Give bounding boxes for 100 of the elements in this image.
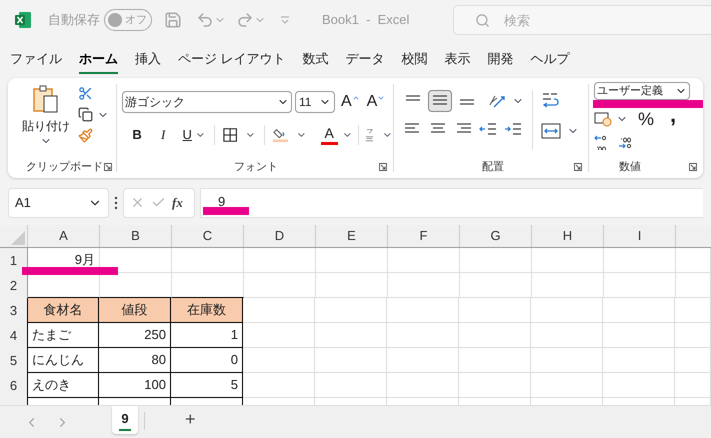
caret-icon <box>377 94 386 102</box>
cell-text: 250 <box>144 326 166 344</box>
middle-align-button[interactable] <box>428 90 452 112</box>
ribbon-tab[interactable]: ヘルプ <box>530 46 570 72</box>
highlight-mark <box>203 207 249 215</box>
row-header[interactable] <box>0 398 28 405</box>
italic-button[interactable]: I <box>155 125 172 145</box>
dialog-launcher-icon[interactable] <box>379 162 387 171</box>
cell-text: 食材名 <box>44 301 82 320</box>
currency-format-icon[interactable] <box>594 111 612 127</box>
format-painter-icon[interactable] <box>78 128 93 143</box>
grid-cell[interactable]: 80 <box>99 348 171 373</box>
ribbon-tab[interactable]: 表示 <box>444 46 471 72</box>
grid-cell[interactable]: たまご <box>27 323 99 348</box>
group-label: クリップボード <box>26 160 103 174</box>
group-label: 数値 <box>619 160 641 174</box>
column-header[interactable]: A <box>28 225 100 247</box>
cell-text: 値段 <box>122 301 148 320</box>
cell-text: にんじん <box>32 351 84 370</box>
column-header[interactable]: I <box>604 225 676 247</box>
fill-color-icon[interactable] <box>272 126 288 144</box>
decrease-indent-icon[interactable] <box>479 122 497 136</box>
row-header[interactable]: 3 <box>0 298 28 323</box>
copy-icon[interactable] <box>78 107 93 122</box>
ribbon-tab[interactable]: ファイル <box>10 46 62 72</box>
grid-cell[interactable]: 250 <box>99 323 171 348</box>
underline-button[interactable]: U <box>179 125 196 145</box>
autosave-label: 自動保存 <box>48 11 100 30</box>
sheet-tab[interactable]: 9 <box>112 406 138 434</box>
undo-icon[interactable] <box>196 11 214 29</box>
cell-text: 9月 <box>74 251 95 270</box>
column-header[interactable]: B <box>100 225 172 247</box>
cut-icon[interactable] <box>78 86 93 101</box>
orientation-icon[interactable] <box>488 93 506 109</box>
grid-cell[interactable]: 5 <box>171 373 243 398</box>
percent-button[interactable]: % <box>638 110 654 128</box>
bold-button[interactable]: B <box>129 125 146 145</box>
row-header[interactable]: 5 <box>0 348 28 373</box>
ribbon-tab[interactable]: 校閲 <box>402 46 428 72</box>
font-name-dropdown[interactable]: 游ゴシック <box>122 91 292 113</box>
font-color-button[interactable]: A <box>320 126 338 144</box>
comma-style-button[interactable]: , <box>670 104 676 126</box>
paste-button[interactable]: 貼り付け <box>22 84 70 158</box>
font-size-dropdown[interactable]: 11 <box>295 91 335 113</box>
customize-toolbar-icon[interactable] <box>280 16 290 24</box>
row-header[interactable]: 4 <box>0 323 28 348</box>
search-field[interactable]: 検索 <box>453 5 711 35</box>
column-header[interactable]: F <box>388 225 460 247</box>
group-label: フォント <box>234 160 278 174</box>
formula-field[interactable]: 9 <box>200 188 703 218</box>
column-header[interactable]: H <box>532 225 604 247</box>
search-icon <box>475 13 490 28</box>
grid-cell[interactable]: にんじん <box>27 348 99 373</box>
row-header[interactable]: 6 <box>0 373 28 398</box>
add-sheet-button[interactable]: + <box>185 410 196 428</box>
cell-text: 80 <box>152 351 166 370</box>
spreadsheet-logo-icon <box>14 11 32 29</box>
ribbon-tab[interactable]: 挿入 <box>135 46 161 72</box>
name-box[interactable]: A1 <box>8 188 109 218</box>
dialog-launcher-icon[interactable] <box>104 162 112 171</box>
cell-text: たまご <box>32 326 71 344</box>
wrap-text-icon[interactable] <box>541 91 559 109</box>
grid-cell[interactable]: えのき <box>27 373 99 398</box>
number-format-dropdown[interactable]: ユーザー定義 <box>594 82 690 100</box>
ribbon-tab[interactable]: 数式 <box>302 46 329 72</box>
column-header[interactable]: D <box>244 225 316 247</box>
dialog-launcher-icon[interactable] <box>574 162 582 171</box>
row-header[interactable]: 2 <box>0 273 28 298</box>
grid-cell[interactable]: 食材名 <box>27 298 99 323</box>
window-title: Book1 - Excel <box>322 11 410 30</box>
phonetic-guide-icon[interactable] <box>365 127 374 143</box>
row-header[interactable]: 1 <box>0 248 28 273</box>
ribbon-tab[interactable]: 開発 <box>488 46 514 72</box>
column-header[interactable]: C <box>172 225 244 247</box>
borders-icon[interactable] <box>222 127 238 143</box>
function-button[interactable]: fx <box>172 192 183 212</box>
cell-text: 100 <box>144 376 166 394</box>
cell-text: 1 <box>230 326 238 344</box>
more-options-icon[interactable] <box>114 196 118 210</box>
column-header[interactable]: E <box>316 225 388 247</box>
grid-cell[interactable]: 100 <box>99 373 171 398</box>
grid-cell[interactable]: 在庫数 <box>171 298 243 323</box>
grow-font-button[interactable]: A <box>341 94 360 110</box>
grid-cell[interactable]: 0 <box>171 348 243 373</box>
shrink-font-button[interactable]: A <box>366 94 386 110</box>
grid-cell[interactable]: 値段 <box>99 298 171 323</box>
ribbon-tab[interactable]: ページ レイアウト <box>178 46 286 72</box>
cell-text: 0 <box>230 351 238 370</box>
increase-indent-icon[interactable] <box>504 122 522 136</box>
redo-icon[interactable] <box>236 11 254 29</box>
cell-text: えのき <box>32 376 71 394</box>
column-header[interactable]: G <box>460 225 532 247</box>
save-icon[interactable] <box>164 11 182 29</box>
cell-text: 在庫数 <box>187 301 226 320</box>
grid-cell[interactable]: 1 <box>171 323 243 348</box>
cancel-icon[interactable] <box>130 195 145 210</box>
dialog-launcher-icon[interactable] <box>689 162 697 171</box>
merge-center-icon[interactable] <box>541 123 561 139</box>
ribbon-tab[interactable]: データ <box>346 46 385 72</box>
ribbon-tab[interactable]: ホーム <box>79 46 118 72</box>
